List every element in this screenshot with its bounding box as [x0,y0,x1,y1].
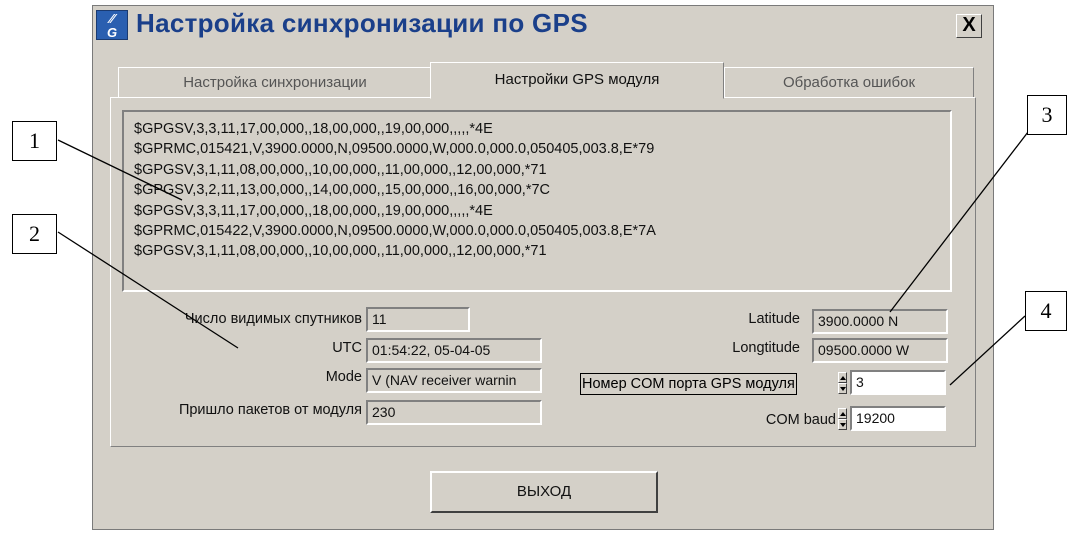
callout-1: 1 [12,121,57,161]
callout-3: 3 [1027,95,1067,135]
callout-4: 4 [1025,291,1067,331]
callout-2: 2 [12,214,57,254]
leader-line-2 [57,231,239,349]
leader-line-1 [57,139,183,201]
tab-gps-module-settings[interactable]: Настройки GPS модуля [430,62,724,99]
leader-line-3 [889,131,1029,313]
leader-line-4 [949,315,1026,386]
